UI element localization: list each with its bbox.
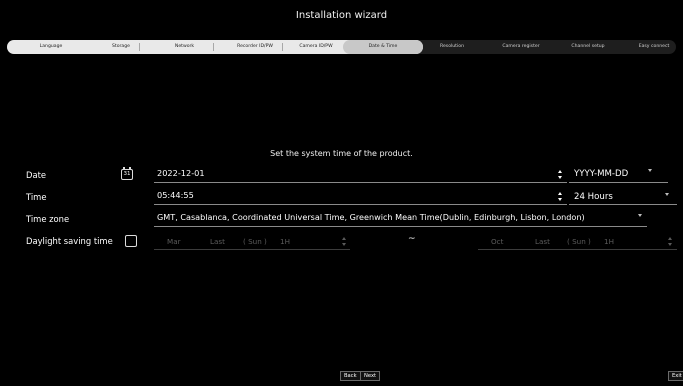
next-button[interactable]: Next [360,371,381,381]
dst-label: Daylight saving time [26,236,113,246]
dst-end-select: Oct Last ( Sun ) 1H [478,234,677,250]
chevron-down-icon [638,214,642,217]
date-value: 2022-12-01 [157,168,205,178]
installation-wizard-window: Installation wizard Language Storage Net… [0,0,683,386]
time-zone-value: GMT, Casablanca, Coordinated Universal T… [157,212,585,222]
time-spinner-icon[interactable] [558,192,563,202]
dst-start-select: Mar Last ( Sun ) 1H [154,234,350,250]
chevron-down-icon [648,169,652,172]
step-storage: Storage [112,44,130,49]
dst-start-day: ( Sun ) [243,237,267,246]
back-button[interactable]: Back [340,371,361,381]
date-field[interactable]: 2022-12-01 [154,167,567,183]
step-language: Language [39,44,63,49]
date-spinner-icon[interactable] [558,170,563,180]
time-label: Time [26,192,47,202]
dst-start-hour: 1H [280,237,290,246]
date-format-select[interactable]: YYYY-MM-DD [569,167,668,183]
dst-start-week: Last [210,237,225,246]
chevron-down-icon [665,193,669,196]
dst-start-spinner-icon [342,237,347,247]
time-zone-select[interactable]: GMT, Casablanca, Coordinated Universal T… [154,211,647,227]
dst-end-hour: 1H [604,237,614,246]
date-format-value: YYYY-MM-DD [574,169,629,179]
page-subtitle: Set the system time of the product. [270,149,413,158]
dst-end-day: ( Sun ) [567,237,591,246]
step-network: Network [174,44,195,49]
dst-end-spinner-icon [668,237,673,247]
time-format-value: 24 Hours [574,192,613,202]
date-label: Date [26,170,47,180]
dst-end-week: Last [535,237,550,246]
window-title: Installation wizard [295,10,388,21]
dst-range-separator: ~ [408,234,416,244]
exit-button[interactable]: Exit [668,371,683,381]
step-channel-setup: Channel setup [571,44,605,49]
step-camera-register: Camera register [502,44,540,49]
step-resolution: Resolution [439,44,464,49]
step-camera-id-pw: Camera ID/PW [299,44,333,49]
time-field[interactable]: 05:44:55 [154,189,567,205]
dst-end-month: Oct [491,237,504,246]
step-easy-connect: Easy connect [638,44,670,49]
step-date-time: Date & Time [368,44,398,49]
dst-checkbox[interactable] [125,235,137,247]
step-recorder-id-pw: Recorder ID/PW [237,44,273,49]
dst-start-month: Mar [167,237,181,246]
time-zone-label: Time zone [26,214,70,224]
calendar-icon[interactable]: 31 [121,167,133,180]
time-value: 05:44:55 [157,190,194,200]
time-format-select[interactable]: 24 Hours [569,189,677,205]
